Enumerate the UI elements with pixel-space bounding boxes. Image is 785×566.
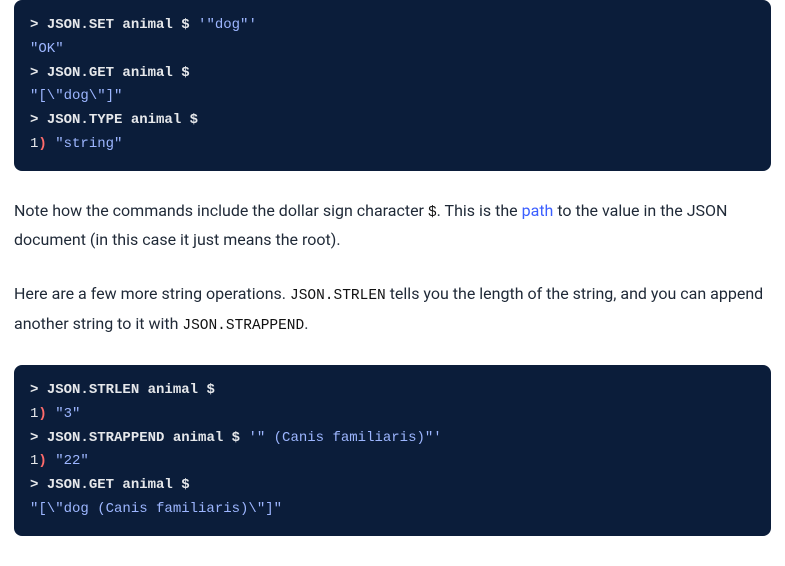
code-token: "string" (55, 136, 122, 152)
code-token: JSON.GET animal $ (47, 477, 190, 493)
code-token: > (30, 382, 47, 398)
code-token: ) (38, 453, 46, 469)
code-token (47, 136, 55, 152)
code-line: "[\"dog (Canis familiaris)\"]" (30, 498, 755, 522)
text: Here are a few more string operations. (14, 284, 290, 303)
text: . (304, 314, 308, 333)
code-token: '" (Canis familiaris)"' (248, 430, 441, 446)
code-token: "[\"dog (Canis familiaris)\"]" (30, 501, 282, 517)
code-token: '"dog"' (198, 17, 257, 33)
inline-code-strappend: JSON.STRAPPEND (182, 318, 304, 334)
code-line: 1) "string" (30, 133, 755, 157)
code-line: "[\"dog\"]" (30, 85, 755, 109)
code-token: > (30, 430, 47, 446)
code-token (47, 406, 55, 422)
code-token: > (30, 17, 47, 33)
code-line: > JSON.STRLEN animal $ (30, 379, 755, 403)
code-token: JSON.TYPE animal $ (47, 112, 198, 128)
code-line: > JSON.GET animal $ (30, 474, 755, 498)
code-token: "OK" (30, 41, 64, 57)
code-token: "3" (55, 406, 80, 422)
code-token: "22" (55, 453, 89, 469)
code-token: ) (38, 406, 46, 422)
code-block-2[interactable]: > JSON.STRLEN animal $1) "3"> JSON.STRAP… (14, 365, 771, 536)
code-token: JSON.SET animal $ (47, 17, 198, 33)
code-line: > JSON.GET animal $ (30, 62, 755, 86)
code-token: > (30, 112, 47, 128)
inline-code-strlen: JSON.STRLEN (290, 288, 386, 304)
path-link[interactable]: path (522, 201, 554, 220)
inline-code-dollar: $ (428, 205, 437, 221)
code-token: "[\"dog\"]" (30, 88, 122, 104)
code-token (47, 453, 55, 469)
text: . This is the (437, 201, 522, 220)
code-line: "OK" (30, 38, 755, 62)
code-token: JSON.GET animal $ (47, 65, 190, 81)
code-line: > JSON.STRAPPEND animal $ '" (Canis fami… (30, 427, 755, 451)
code-token: ) (38, 136, 46, 152)
code-line: 1) "3" (30, 403, 755, 427)
code-block-1[interactable]: > JSON.SET animal $ '"dog"' "OK" > JSON.GE… (14, 0, 771, 171)
code-line: > JSON.TYPE animal $ (30, 109, 755, 133)
code-token: > (30, 65, 47, 81)
code-line: 1) "22" (30, 450, 755, 474)
code-token: > (30, 477, 47, 493)
paragraph-string-ops: Here are a few more string operations. J… (14, 280, 771, 339)
code-token: JSON.STRLEN animal $ (47, 382, 215, 398)
code-token: JSON.STRAPPEND animal $ (47, 430, 249, 446)
paragraph-path-note: Note how the commands include the dollar… (14, 197, 771, 254)
code-line: > JSON.SET animal $ '"dog"' (30, 14, 755, 38)
text: Note how the commands include the dollar… (14, 201, 428, 220)
